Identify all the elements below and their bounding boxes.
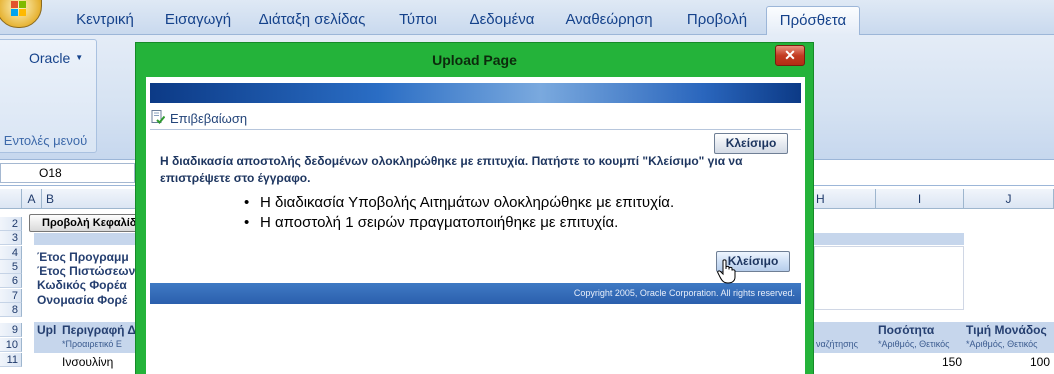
- dialog-title: Upload Page: [432, 52, 517, 68]
- menu-commands-group: Oracle ▼ Εντολές μενού: [0, 39, 97, 153]
- column-header-j[interactable]: J: [964, 189, 1054, 209]
- oracle-branding-bar: [150, 83, 801, 103]
- header-band: [34, 233, 144, 245]
- tab-formulas[interactable]: Τύποι: [380, 6, 456, 35]
- tab-review[interactable]: Αναθεώρηση: [548, 6, 670, 35]
- table-header-description: Περιγραφή Δ: [62, 323, 137, 337]
- chevron-down-icon: ▼: [75, 53, 84, 62]
- tab-data[interactable]: Δεδομένα: [456, 6, 548, 35]
- row-header[interactable]: 10: [0, 338, 22, 353]
- header-band: [814, 233, 964, 245]
- row-header[interactable]: 3: [0, 231, 22, 246]
- sheet-label: Ονομασία Φορέ: [37, 293, 128, 307]
- table-header-unit-price: Τιμή Μονάδος: [966, 323, 1047, 337]
- table-hint-search: ναζήτησης: [816, 339, 858, 349]
- ribbon-tab-bar: Κεντρική Εισαγωγή Διάταξη σελίδας Τύποι …: [0, 0, 1054, 35]
- confirmation-title: Επιβεβαίωση: [170, 111, 248, 126]
- oracle-menu-button[interactable]: Oracle ▼: [29, 50, 83, 66]
- row-header[interactable]: 6: [0, 274, 22, 289]
- sheet-label: Κωδικός Φορέα: [37, 278, 127, 292]
- cell-quantity[interactable]: 150: [876, 355, 962, 369]
- confirmation-icon: [151, 110, 165, 124]
- upload-dialog: Upload Page ✕ Επιβεβαίωση Κλείσιμο Η δια…: [135, 42, 814, 374]
- row-header[interactable]: 4: [0, 246, 22, 261]
- column-header-h[interactable]: H: [814, 189, 876, 209]
- table-header-upl: Upl: [37, 323, 57, 337]
- close-button-top[interactable]: Κλείσιμο: [714, 133, 788, 154]
- table-header-quantity: Ποσότητα: [878, 323, 935, 337]
- dialog-content: Επιβεβαίωση Κλείσιμο Η διαδικασία αποστο…: [146, 77, 805, 374]
- group-label: Εντολές μενού: [3, 133, 88, 148]
- column-header-b[interactable]: B: [42, 189, 142, 209]
- copyright-footer: Copyright 2005, Oracle Corporation. All …: [150, 283, 801, 304]
- table-hint-quantity: *Αριθμός, Θετικός: [878, 339, 950, 349]
- close-icon[interactable]: ✕: [775, 45, 805, 66]
- office-logo-icon: [11, 1, 27, 17]
- divider: [150, 129, 801, 130]
- tab-view[interactable]: Προβολή: [670, 6, 764, 35]
- select-all-corner[interactable]: [0, 189, 22, 209]
- table-hint-unit-price: *Αριθμός, Θετικός: [966, 339, 1038, 349]
- column-header-i[interactable]: I: [876, 189, 964, 209]
- list-item: Η διαδικασία Υποβολής Αιτημάτων ολοκληρώ…: [244, 193, 674, 213]
- column-header-a[interactable]: A: [22, 189, 42, 209]
- row-header[interactable]: 9: [0, 323, 22, 338]
- header-fields-box: [814, 246, 964, 310]
- oracle-menu-label: Oracle: [29, 50, 71, 66]
- cell-description[interactable]: Ινσουλίνη: [62, 355, 113, 369]
- sheet-label: Έτος Πιστώσεων: [37, 264, 136, 278]
- cell-unit-price[interactable]: 100: [964, 355, 1050, 369]
- row-header[interactable]: 8: [0, 303, 22, 318]
- result-list: Η διαδικασία Υποβολής Αιτημάτων ολοκληρώ…: [244, 193, 674, 233]
- office-button[interactable]: [0, 0, 42, 28]
- tab-insert[interactable]: Εισαγωγή: [152, 6, 244, 35]
- row-header[interactable]: 7: [0, 289, 22, 304]
- sheet-label: Έτος Προγραμμ: [37, 250, 129, 264]
- tab-home[interactable]: Κεντρική: [58, 6, 152, 35]
- name-box[interactable]: O18: [0, 163, 135, 183]
- success-message: Η διαδικασία αποστολής δεδομένων ολοκληρ…: [160, 154, 743, 185]
- hand-cursor-icon: [717, 259, 736, 284]
- row-header[interactable]: 2: [0, 217, 22, 232]
- list-item: Η αποστολή 1 σειρών πραγματοποιήθηκε με …: [244, 213, 674, 233]
- tab-add-ins[interactable]: Πρόσθετα: [766, 6, 860, 35]
- table-hint-description: *Προαιρετικό Ε: [62, 339, 122, 349]
- row-header[interactable]: 5: [0, 260, 22, 275]
- tab-page-layout[interactable]: Διάταξη σελίδας: [244, 6, 380, 35]
- view-header-button[interactable]: Προβολή Κεφαλίδ: [29, 214, 139, 232]
- row-header[interactable]: 11: [0, 353, 22, 368]
